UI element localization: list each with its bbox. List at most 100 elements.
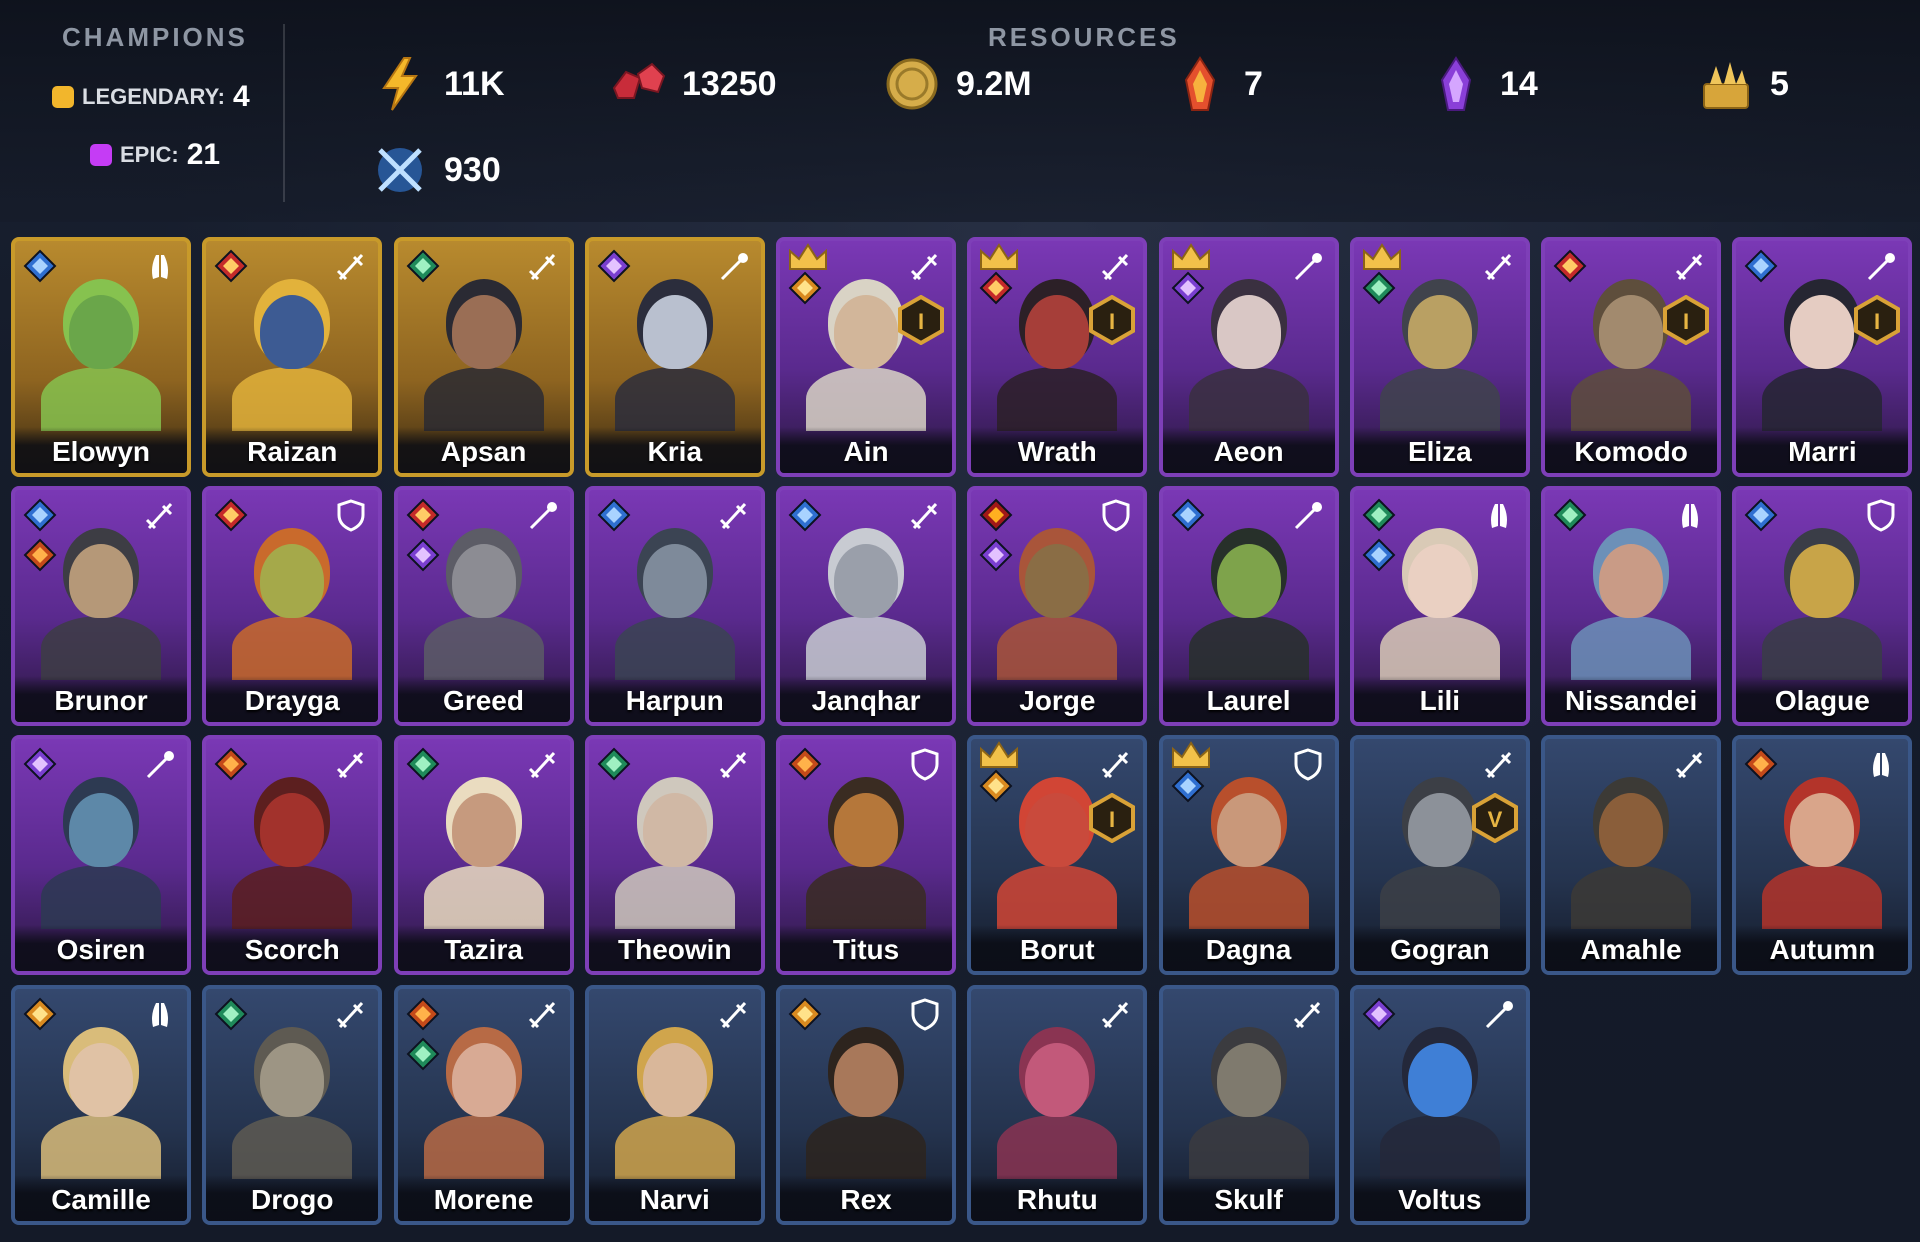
champion-name-bar: Eliza [1353, 427, 1526, 473]
champion-card-rex[interactable]: Rex [776, 984, 957, 1225]
champion-portrait [41, 779, 161, 930]
champion-name: Skulf [1214, 1183, 1283, 1215]
champion-card-tazira[interactable]: Tazira [393, 735, 574, 976]
champion-card-aeon[interactable]: Aeon [1158, 237, 1339, 477]
champion-body [1379, 1114, 1500, 1179]
champion-card-dagna[interactable]: Dagna [1158, 735, 1339, 976]
silver-coin-icon [886, 58, 938, 110]
champion-name-bar: Janqhar [780, 676, 953, 723]
champion-card-raizan[interactable]: Raizan [202, 237, 383, 477]
energy-resource[interactable]: 11K [370, 52, 505, 116]
champion-card-osiren[interactable]: Osiren [11, 735, 191, 976]
champion-card-apsan[interactable]: Apsan [393, 237, 574, 477]
champion-head [451, 544, 516, 619]
champion-card-nissandei[interactable]: Nissandei [1541, 486, 1722, 727]
champion-name: Raizan [247, 436, 338, 467]
svg-text:I: I [1109, 309, 1115, 334]
champion-head [1025, 544, 1090, 619]
champion-name-bar: Marri [1736, 427, 1909, 473]
champion-card-ain[interactable]: I Ain [776, 237, 957, 477]
champion-head [260, 1042, 325, 1117]
champion-card-titus[interactable]: Titus [776, 735, 957, 976]
champion-name-bar: Nissandei [1545, 676, 1718, 723]
champion-head [1407, 793, 1472, 868]
champion-body [232, 1114, 353, 1179]
champion-head [834, 1042, 899, 1117]
champion-card-lili[interactable]: Lili [1349, 486, 1530, 727]
champion-body [1571, 367, 1692, 431]
champion-name-bar: Raizan [206, 427, 379, 473]
champion-card-voltus[interactable]: Voltus [1349, 984, 1530, 1225]
champion-card-olague[interactable]: Olague [1732, 486, 1913, 727]
champion-card-gogran[interactable]: V Gogran [1349, 735, 1530, 976]
champion-card-scorch[interactable]: Scorch [202, 735, 383, 976]
arena-token-resource[interactable]: 930 [370, 138, 501, 202]
champion-card-rhutu[interactable]: Rhutu [967, 984, 1148, 1225]
ascension-badge-icon: I [1089, 793, 1136, 844]
gold-affinity-icon [788, 997, 822, 1031]
champion-name-bar: Rhutu [971, 1174, 1144, 1221]
fire-shard-icon [1184, 56, 1216, 111]
champion-portrait [806, 1029, 927, 1179]
champion-name: Aeon [1213, 436, 1284, 467]
champion-body [1188, 865, 1309, 930]
gold-item-resource[interactable]: 5 [1696, 52, 1789, 116]
champion-card-laurel[interactable]: Laurel [1158, 486, 1339, 727]
champion-card-drogo[interactable]: Drogo [202, 984, 383, 1225]
champion-card-brunor[interactable]: Brunor [11, 486, 191, 727]
champion-card-marri[interactable]: I Marri [1732, 237, 1913, 477]
champion-body [41, 865, 161, 930]
crown-icon [1362, 243, 1401, 270]
champion-card-janqhar[interactable]: Janqhar [776, 486, 957, 727]
champion-head [642, 1042, 707, 1117]
champion-body [806, 367, 927, 431]
champion-card-autumn[interactable]: Autumn [1732, 735, 1913, 976]
champion-name-bar: Apsan [397, 427, 570, 473]
champion-portrait [614, 779, 735, 930]
gems-resource[interactable]: 13250 [608, 52, 777, 116]
defense-role-icon [1294, 748, 1322, 782]
champion-card-amahle[interactable]: Amahle [1541, 735, 1722, 976]
gold-affinity-icon [979, 770, 1013, 803]
champion-card-harpun[interactable]: Harpun [584, 486, 765, 727]
champion-card-elowyn[interactable]: Elowyn [11, 237, 191, 477]
champion-name-bar: Gogran [1353, 925, 1526, 972]
blue-affinity-icon [1744, 498, 1778, 532]
gold-affinity-icon [23, 997, 57, 1031]
champion-name-bar: Theowin [588, 925, 761, 972]
champion-card-eliza[interactable]: Eliza [1349, 237, 1530, 477]
champion-card-jorge[interactable]: Jorge [967, 486, 1148, 727]
champion-body [997, 616, 1118, 681]
champion-name: Borut [1019, 934, 1095, 966]
champion-body [997, 1114, 1118, 1179]
champion-body [232, 616, 353, 681]
champion-card-theowin[interactable]: Theowin [584, 735, 765, 976]
fire-shard-resource[interactable]: 7 [1170, 52, 1263, 116]
champions-title: CHAMPIONS [62, 22, 248, 52]
champion-card-borut[interactable]: I Borut [967, 735, 1148, 976]
champion-card-narvi[interactable]: Narvi [584, 984, 765, 1225]
champion-card-kria[interactable]: Kria [584, 237, 765, 477]
header-panel: CHAMPIONS LEGENDARY: 4 EPIC: 21 RESOURCE… [0, 0, 1920, 222]
champion-name: Voltus [1398, 1183, 1482, 1215]
fire-affinity-icon [788, 748, 822, 781]
champion-card-morene[interactable]: Morene [393, 984, 574, 1225]
gold-item-value: 5 [1770, 64, 1789, 103]
champion-card-drayga[interactable]: Drayga [202, 486, 383, 727]
champion-portrait [423, 1029, 544, 1179]
purple-shard-resource[interactable]: 14 [1426, 52, 1538, 116]
champion-body [997, 367, 1118, 431]
champion-name-bar: Voltus [1353, 1174, 1526, 1221]
champion-card-wrath[interactable]: I Wrath [967, 237, 1148, 477]
champion-name-bar: Ain [780, 427, 953, 473]
arena-token-value: 930 [444, 150, 501, 189]
champion-card-camille[interactable]: Camille [11, 984, 191, 1225]
champion-card-skulf[interactable]: Skulf [1158, 984, 1339, 1225]
champion-portrait [1762, 779, 1883, 930]
champion-card-greed[interactable]: Greed [393, 486, 574, 727]
purple-affinity-icon [979, 538, 1013, 572]
svg-text:I: I [1109, 807, 1115, 832]
champion-body [232, 367, 353, 431]
silver-resource[interactable]: 9.2M [882, 52, 1032, 116]
champion-card-komodo[interactable]: I Komodo [1541, 237, 1722, 477]
